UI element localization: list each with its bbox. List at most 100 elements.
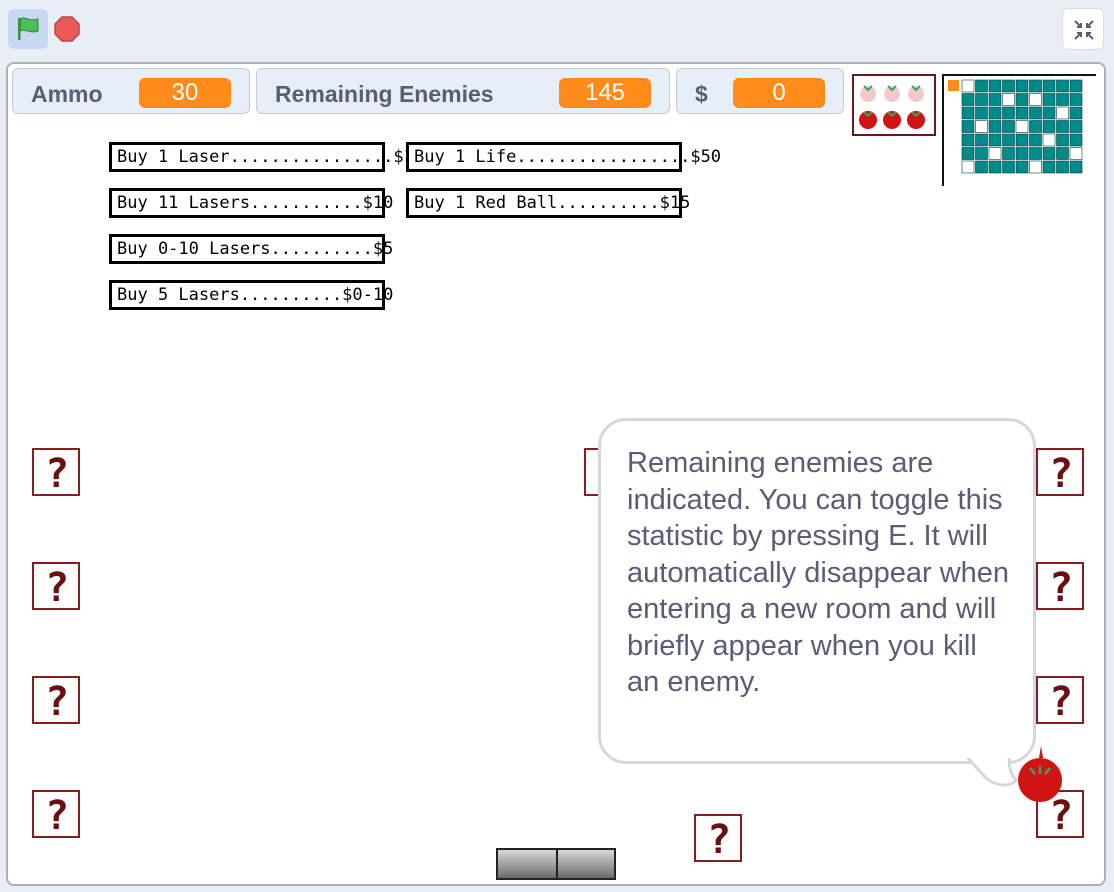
svg-text:?: ? — [45, 681, 69, 721]
minimap-cell — [975, 133, 988, 147]
mystery-box: ? — [1036, 562, 1084, 610]
minimap-cell — [975, 79, 988, 93]
svg-text:?: ? — [45, 795, 69, 835]
minimap-cell — [1029, 93, 1042, 106]
minimap-cell — [1056, 120, 1069, 133]
minimap-cell — [1015, 93, 1029, 106]
question-mark-icon: ? — [45, 453, 69, 493]
minimap-cell — [961, 133, 975, 147]
minimap-cell — [1056, 79, 1069, 93]
minimap-cell — [988, 79, 1002, 93]
enemies-monitor: Remaining Enemies 145 — [256, 68, 670, 114]
minimap-cell — [961, 147, 975, 160]
minimap-cell — [1029, 120, 1042, 133]
shrink-arrows-icon — [1074, 20, 1094, 40]
minimap-cell — [1015, 133, 1029, 147]
game-stage[interactable]: Ammo 30 Remaining Enemies 145 $ 0 Buy 1 … — [6, 62, 1106, 886]
minimap-cell — [988, 133, 1002, 147]
player-tomato-icon — [1018, 746, 1062, 802]
minimap-cell — [1056, 93, 1069, 106]
minimap-cell — [1069, 79, 1083, 93]
minimap-cell — [1015, 160, 1029, 174]
minimap-cell — [1042, 106, 1056, 120]
minimap-cell — [1069, 106, 1083, 120]
mystery-box: ? — [1036, 448, 1084, 496]
minimap-cell — [1002, 133, 1015, 147]
minimap-cell — [961, 120, 975, 133]
mystery-box: ? — [1036, 676, 1084, 724]
minimap-cell — [961, 93, 975, 106]
minimap-cell — [1015, 120, 1029, 133]
minimap-cell — [1042, 120, 1056, 133]
buy-1-red-ball-button[interactable]: Buy 1 Red Ball..........$15 — [406, 188, 690, 218]
minimap-cell — [1002, 147, 1015, 160]
minimap-grid — [948, 79, 1083, 174]
buy-5-lasers-button[interactable]: Buy 5 Lasers..........$0-10 — [109, 280, 393, 310]
minimap-cell — [1015, 147, 1029, 160]
minimap-cell — [975, 147, 988, 160]
buy-11-lasers-button[interactable]: Buy 11 Lasers...........$10 — [109, 188, 393, 218]
mystery-box: ? — [32, 790, 80, 838]
minimap-cell — [1042, 79, 1056, 93]
green-flag-button[interactable] — [8, 9, 48, 49]
minimap-cell — [1056, 133, 1069, 147]
mystery-box: ? — [32, 562, 80, 610]
minimap-cell — [988, 147, 1002, 160]
toolbar — [0, 0, 1114, 60]
mystery-box: ? — [32, 676, 80, 724]
minimap-cell — [1069, 120, 1083, 133]
minimap-cell — [1029, 106, 1042, 120]
enemies-label: Remaining Enemies — [275, 81, 494, 107]
minimap-cell — [988, 106, 1002, 120]
minimap — [942, 74, 1096, 186]
player-position-marker — [948, 80, 959, 91]
minimap-cell — [975, 160, 988, 174]
minimap-cell — [1042, 160, 1056, 174]
minimap-cell — [1069, 147, 1083, 160]
minimap-cell — [1069, 93, 1083, 106]
speech-bubble-text: Remaining enemies are indicated. You can… — [627, 447, 1010, 698]
minimap-cell — [1029, 133, 1042, 147]
svg-text:?: ? — [1049, 681, 1073, 721]
question-mark-icon: ? — [45, 795, 69, 835]
minimap-cell — [1002, 93, 1015, 106]
minimap-cell — [1069, 133, 1083, 147]
question-mark-icon: ? — [45, 681, 69, 721]
question-mark-icon: ? — [45, 567, 69, 607]
minimap-cell — [988, 120, 1002, 133]
minimap-cell — [975, 120, 988, 133]
lives-panel — [852, 74, 936, 136]
speech-bubble: Remaining enemies are indicated. You can… — [598, 418, 1036, 764]
money-label: $ — [695, 81, 708, 107]
minimap-cell — [961, 160, 975, 174]
minimap-cell — [975, 106, 988, 120]
svg-text:?: ? — [45, 567, 69, 607]
exit-fullscreen-button[interactable] — [1062, 8, 1104, 50]
stop-sign-icon[interactable] — [54, 16, 80, 42]
ammo-monitor: Ammo 30 — [12, 68, 250, 114]
green-flag-icon — [18, 17, 39, 40]
question-mark-icon: ? — [707, 819, 731, 859]
buy-1-laser-button[interactable]: Buy 1 Laser................$1 — [109, 142, 414, 172]
minimap-cell — [1015, 79, 1029, 93]
ammo-label: Ammo — [31, 81, 103, 107]
svg-text:?: ? — [45, 453, 69, 493]
minimap-cell — [1042, 133, 1056, 147]
minimap-cell — [1029, 160, 1042, 174]
buy-0-10-lasers-button[interactable]: Buy 0-10 Lasers..........$5 — [109, 234, 393, 264]
minimap-cell — [1015, 106, 1029, 120]
money-value: 0 — [733, 78, 825, 108]
buy-1-life-button[interactable]: Buy 1 Life.................$50 — [406, 142, 721, 172]
minimap-cell — [1002, 106, 1015, 120]
question-mark-icon: ? — [1049, 453, 1073, 493]
money-monitor: $ 0 — [676, 68, 844, 114]
platform-divider — [556, 850, 558, 878]
minimap-cell — [961, 79, 975, 93]
question-mark-icon: ? — [1049, 681, 1073, 721]
minimap-cell — [1042, 147, 1056, 160]
minimap-cell — [1069, 160, 1083, 174]
minimap-cell — [988, 160, 1002, 174]
enemies-value: 145 — [559, 78, 651, 108]
mystery-box: ? — [694, 814, 742, 862]
lives-icon — [859, 85, 925, 129]
